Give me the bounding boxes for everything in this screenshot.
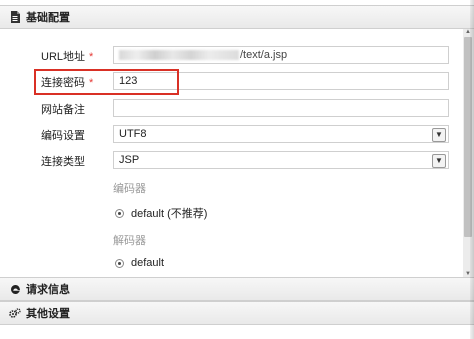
- url-input[interactable]: /text/a.jsp: [113, 46, 449, 64]
- note-input[interactable]: [113, 99, 449, 117]
- chevron-down-icon[interactable]: ▼: [432, 128, 446, 142]
- section-title-other: 其他设置: [26, 308, 70, 320]
- url-value: /text/a.jsp: [240, 49, 288, 61]
- section-header-other[interactable]: 其他设置: [0, 301, 474, 325]
- conn-type-select[interactable]: JSP ▼: [113, 151, 449, 169]
- encoding-select[interactable]: UTF8 ▼: [113, 125, 449, 143]
- conn-type-label: 连接类型: [41, 156, 85, 168]
- chevron-down-icon[interactable]: ▼: [432, 154, 446, 168]
- edge-icon: [9, 283, 21, 295]
- decoder-radio-default[interactable]: default: [115, 257, 164, 269]
- section-header-basic[interactable]: 基础配置: [0, 5, 474, 29]
- encoding-label: 编码设置: [41, 130, 85, 142]
- section-title-request: 请求信息: [26, 284, 70, 296]
- section-title-basic: 基础配置: [26, 12, 70, 24]
- window-edge-shadow: [470, 0, 474, 339]
- conn-type-value: JSP: [119, 154, 140, 166]
- section-header-request[interactable]: 请求信息: [0, 277, 474, 301]
- encoder-radio-default[interactable]: default (不推荐): [115, 205, 207, 221]
- decoder-option-label: default: [131, 257, 165, 269]
- highlight-box: [34, 69, 179, 95]
- redacted-host: [119, 50, 239, 60]
- url-label: URL地址 *: [41, 51, 94, 63]
- gears-icon: [9, 307, 21, 319]
- encoding-value: UTF8: [119, 128, 147, 140]
- encoder-option-label: default (不推荐): [131, 208, 208, 220]
- encoder-label: 编码器: [113, 183, 146, 195]
- radio-icon[interactable]: [115, 208, 124, 218]
- document-icon: [9, 11, 21, 23]
- basic-config-panel: URL地址 * /text/a.jsp 连接密码 * 123 网站备注 编码设置 U…: [0, 29, 463, 277]
- decoder-label: 解码器: [113, 235, 146, 247]
- note-label: 网站备注: [41, 104, 85, 116]
- radio-icon[interactable]: [115, 258, 124, 268]
